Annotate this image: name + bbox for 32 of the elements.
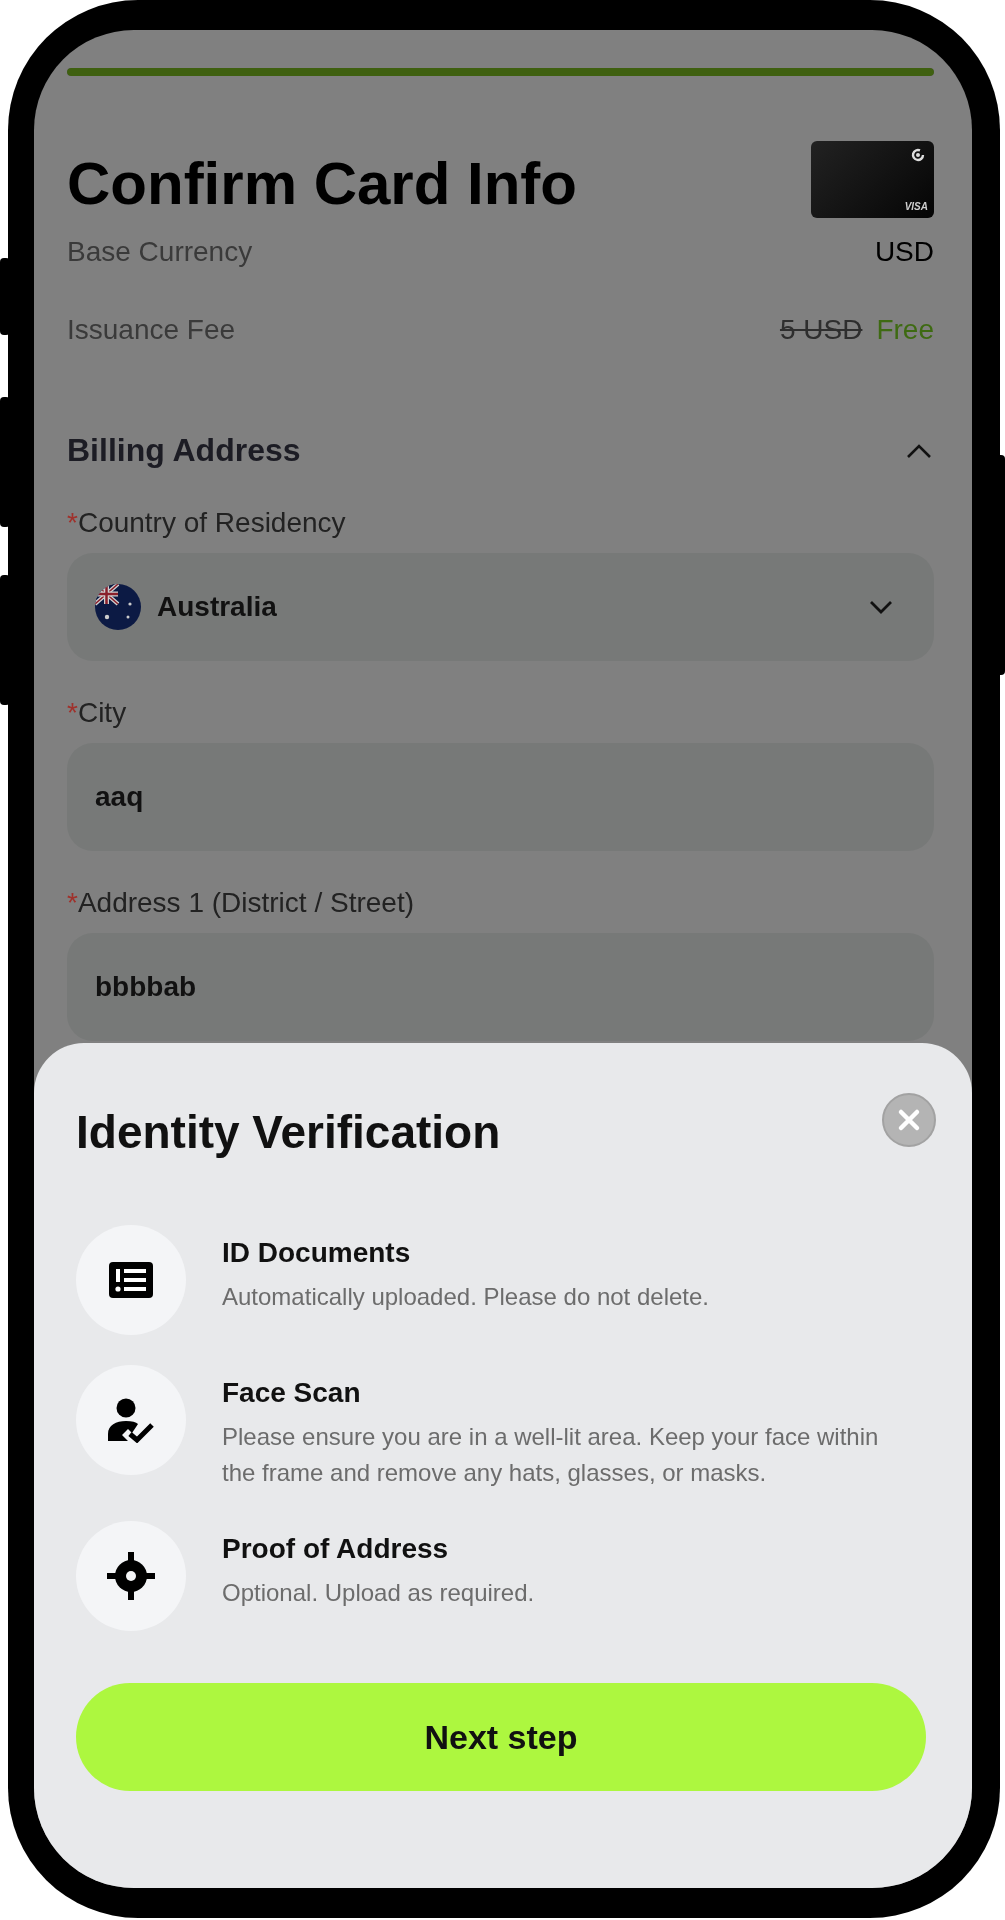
old-price: 5 USD: [779, 314, 863, 346]
page-title: Confirm Card Info: [67, 149, 577, 218]
row-value: USD: [874, 236, 934, 268]
close-button[interactable]: [882, 1093, 936, 1147]
row-label: Base Currency: [67, 236, 253, 268]
input-field[interactable]: bbbbab: [67, 933, 934, 1041]
section-title: Billing Address: [67, 432, 301, 469]
required-mark: *: [67, 887, 78, 919]
required-mark: *: [67, 507, 78, 539]
person-check-icon: [106, 1397, 156, 1444]
row-label: Issuance Fee: [67, 314, 236, 346]
required-mark: *: [67, 697, 78, 729]
item-title: ID Documents: [222, 1237, 412, 1270]
document-list-icon: [107, 1260, 155, 1301]
card-image: VISA: [811, 141, 934, 218]
field-label: Address 1 (District / Street): [77, 887, 414, 919]
chevron-down-icon: [868, 599, 894, 615]
input-field[interactable]: aaq: [67, 743, 934, 851]
next-step-button[interactable]: Next step: [76, 1683, 926, 1792]
item-description: Optional. Upload as required.: [222, 1578, 535, 1609]
item-title: Proof of Address: [222, 1533, 450, 1566]
item-title: Face Scan: [222, 1377, 362, 1410]
item-description: Automatically uploaded. Please do not delete.: [222, 1282, 709, 1313]
select-field[interactable]: Australia: [67, 553, 934, 661]
field-label: Country of Residency: [77, 507, 346, 539]
flag-icon: [95, 584, 141, 630]
item-description: Please ensure you are in a well-lit area. Keep your face within the frame and remove any hats, glasses, or masks.: [222, 1422, 880, 1489]
close-icon: [896, 1107, 922, 1133]
sheet-title: Identity Verification: [76, 1105, 501, 1159]
crosshair-icon: [106, 1551, 156, 1602]
price-value: Free: [876, 314, 934, 346]
field-label: City: [77, 697, 127, 729]
